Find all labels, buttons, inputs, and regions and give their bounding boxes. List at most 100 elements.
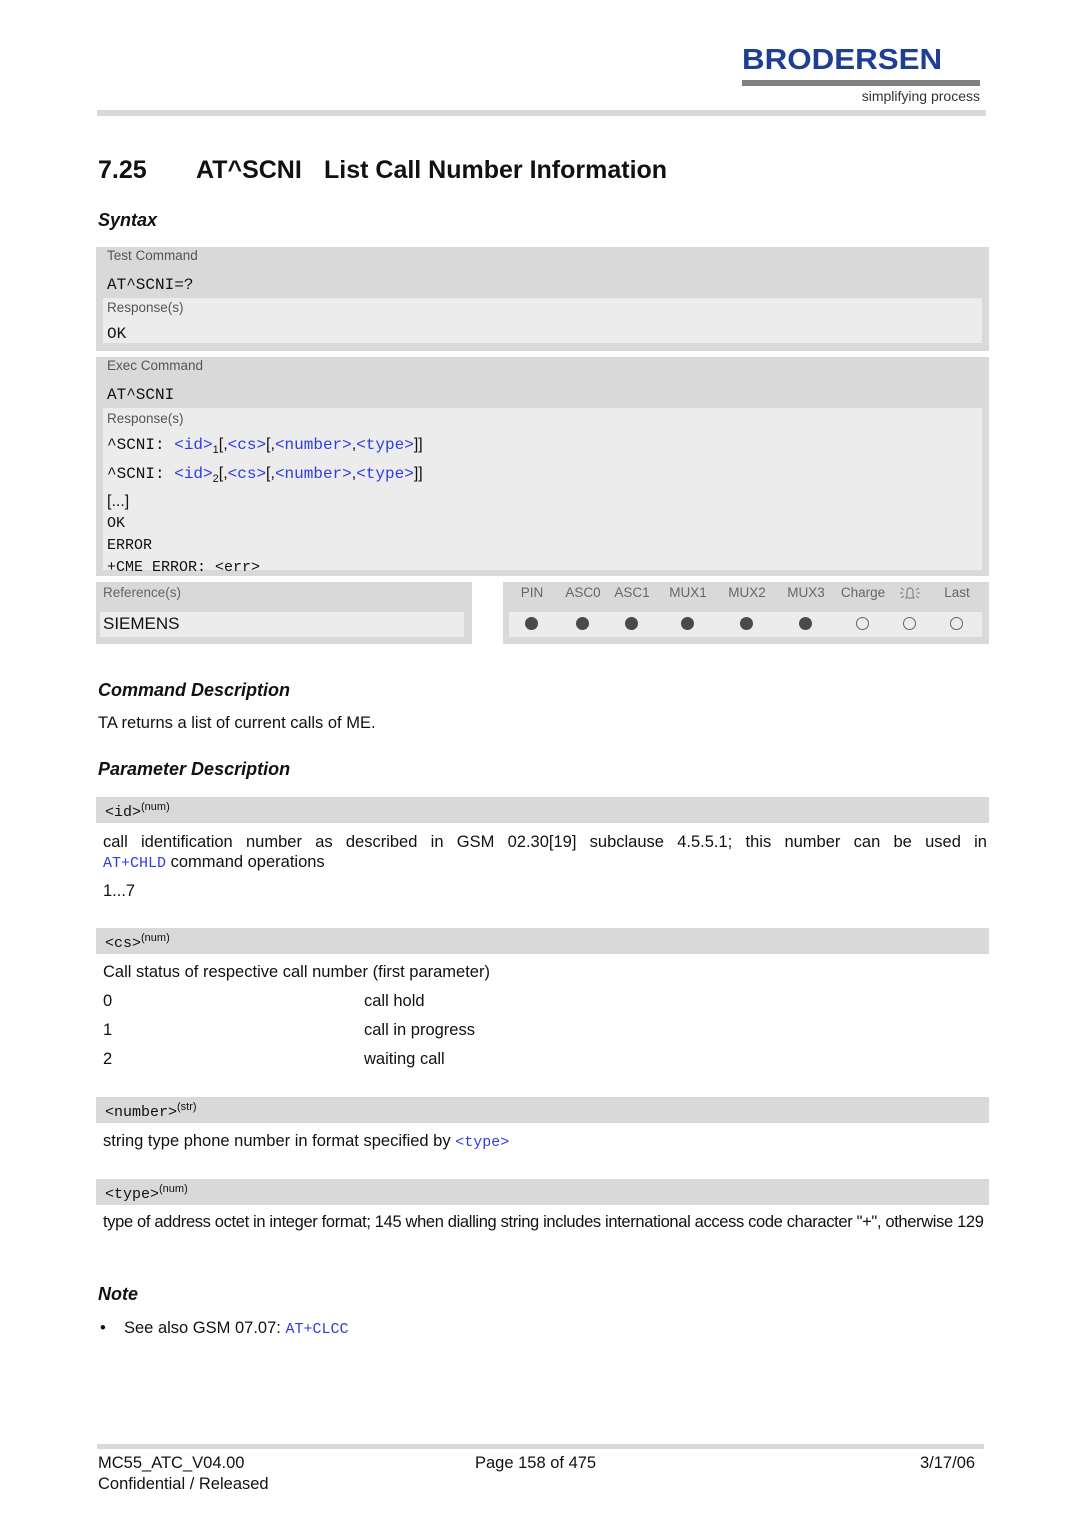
- response-prefix: ^SCNI:: [107, 465, 175, 483]
- param-cs-desc: Call status of respective call number (f…: [103, 963, 490, 981]
- section-number: 7.25: [98, 156, 147, 184]
- param-link-type[interactable]: <type>: [356, 436, 414, 454]
- param-name: <id>: [105, 804, 142, 821]
- bracket: [,: [266, 436, 275, 453]
- status-col-mux3: MUX3: [787, 585, 825, 600]
- test-command-label: Test Command: [107, 248, 198, 263]
- note-text: See also GSM 07.07:: [124, 1319, 286, 1337]
- note-bullet: •: [100, 1319, 106, 1337]
- filled-circle-icon: [799, 617, 812, 630]
- logo-tagline: simplifying process: [861, 88, 980, 104]
- param-type: (num): [159, 1183, 188, 1195]
- brodersen-logo: BRODERSEN simplifying process: [742, 46, 982, 104]
- filled-circle-icon: [525, 617, 538, 630]
- param-name-number: <number>(str): [105, 1101, 197, 1121]
- param-id-desc-line1: call identification number as described …: [103, 833, 987, 851]
- filled-circle-icon: [681, 617, 694, 630]
- param-header-id: <id>(num): [96, 797, 989, 823]
- param-name-type: <type>(num): [105, 1183, 188, 1203]
- link-type[interactable]: <type>: [455, 1134, 509, 1151]
- cs-value-0: 0: [103, 992, 113, 1010]
- status-table: PIN ASC0 ASC1 MUX1 MUX2 MUX3 Charge Last: [503, 582, 989, 644]
- cs-meaning-1: call in progress: [364, 1021, 475, 1039]
- status-col-asc1: ASC1: [614, 585, 650, 600]
- test-command-box: Test Command AT^SCNI=? Response(s) OK: [96, 247, 989, 351]
- param-type: (num): [141, 932, 170, 944]
- test-responses-label: Response(s): [107, 300, 184, 315]
- header-divider: [97, 110, 986, 116]
- response-line-1: ^SCNI: <id>1[,<cs>[,<number>,<type>]]: [107, 433, 423, 462]
- response-cme-error: +CME ERROR: <err>: [107, 559, 261, 576]
- exec-responses-label: Response(s): [107, 411, 184, 426]
- test-response-box: Response(s) OK: [103, 298, 982, 343]
- param-link-number[interactable]: <number>: [275, 436, 352, 454]
- test-command-syntax: AT^SCNI=?: [107, 276, 194, 294]
- syntax-heading: Syntax: [98, 210, 158, 230]
- note-heading: Note: [98, 1284, 138, 1304]
- empty-circle-icon: [950, 617, 963, 630]
- cs-meaning-2: waiting call: [364, 1050, 445, 1068]
- link-at-chld[interactable]: AT+CHLD: [103, 855, 166, 872]
- references-value-box: SIEMENS: [100, 612, 464, 637]
- page-title: 7.25 AT^SCNI List Call Number Information: [98, 156, 667, 185]
- exec-response-box: Response(s) ^SCNI: <id>1[,<cs>[,<number>…: [103, 408, 982, 576]
- param-link-id[interactable]: <id>: [174, 465, 212, 483]
- status-col-last: Last: [944, 585, 970, 600]
- cs-meaning-0: call hold: [364, 992, 425, 1010]
- exec-command-box: Exec Command AT^SCNI Response(s) ^SCNI: …: [96, 357, 989, 576]
- response-error: ERROR: [107, 537, 153, 554]
- param-link-cs[interactable]: <cs>: [228, 436, 266, 454]
- cs-value-2: 2: [103, 1050, 113, 1068]
- param-type: (str): [177, 1101, 197, 1113]
- exec-command-syntax: AT^SCNI: [107, 386, 175, 404]
- section-title-text: List Call Number Information: [324, 156, 668, 184]
- command-description-heading: Command Description: [98, 680, 291, 700]
- param-id-desc-line2: AT+CHLD command operations: [103, 852, 325, 874]
- param-type-desc: type of address octet in integer format;…: [103, 1213, 984, 1231]
- footer-divider: [97, 1444, 984, 1449]
- desc-text: string type phone number in format speci…: [103, 1132, 456, 1150]
- references-value: SIEMENS: [103, 614, 180, 633]
- footer-doc-id: MC55_ATC_V04.00: [98, 1454, 245, 1472]
- param-header-type: <type>(num): [96, 1179, 989, 1205]
- logo-wordmark: BRODERSEN: [742, 44, 943, 76]
- response-line-2: ^SCNI: <id>2[,<cs>[,<number>,<type>]]: [107, 462, 423, 491]
- bracket: ]]: [413, 436, 423, 453]
- command-description-text: TA returns a list of current calls of ME…: [98, 714, 376, 732]
- note-item: See also GSM 07.07: AT+CLCC: [124, 1318, 348, 1340]
- test-response-ok: OK: [107, 325, 127, 343]
- param-number-desc: string type phone number in format speci…: [103, 1131, 509, 1153]
- param-name: <type>: [105, 1186, 160, 1203]
- param-header-number: <number>(str): [96, 1097, 989, 1123]
- param-type: (num): [141, 801, 170, 813]
- link-at-clcc[interactable]: AT+CLCC: [285, 1321, 348, 1338]
- param-link-number[interactable]: <number>: [275, 465, 352, 483]
- response-ellipsis: [...]: [107, 493, 130, 510]
- exec-command-label: Exec Command: [107, 358, 204, 373]
- param-link-id[interactable]: <id>: [174, 436, 212, 454]
- response-prefix: ^SCNI:: [107, 436, 175, 454]
- param-name-id: <id>(num): [105, 801, 170, 821]
- param-name-cs: <cs>(num): [105, 932, 170, 952]
- empty-circle-icon: [903, 617, 916, 630]
- footer-classification: Confidential / Released: [98, 1475, 269, 1493]
- bracket: ]]: [413, 465, 423, 482]
- param-link-type[interactable]: <type>: [356, 465, 414, 483]
- bracket: [,: [218, 465, 228, 482]
- parameter-description-heading: Parameter Description: [98, 759, 291, 779]
- empty-circle-icon: [856, 617, 869, 630]
- references-box: Reference(s) SIEMENS: [96, 582, 472, 644]
- logo-bar: [742, 80, 980, 86]
- footer-page-number: Page 158 of 475: [475, 1454, 597, 1472]
- response-ok: OK: [107, 515, 126, 532]
- exec-response-lines: ^SCNI: <id>1[,<cs>[,<number>,<type>]] ^S…: [107, 433, 423, 579]
- desc-text: command operations: [166, 853, 325, 871]
- param-header-cs: <cs>(num): [96, 928, 989, 954]
- param-link-cs[interactable]: <cs>: [228, 465, 266, 483]
- footer-date: 3/17/06: [920, 1454, 976, 1472]
- status-col-mux2: MUX2: [728, 585, 766, 600]
- status-col-mux1: MUX1: [669, 585, 707, 600]
- filled-circle-icon: [740, 617, 753, 630]
- param-id-range: 1...7: [103, 882, 136, 900]
- bracket: [,: [266, 465, 275, 482]
